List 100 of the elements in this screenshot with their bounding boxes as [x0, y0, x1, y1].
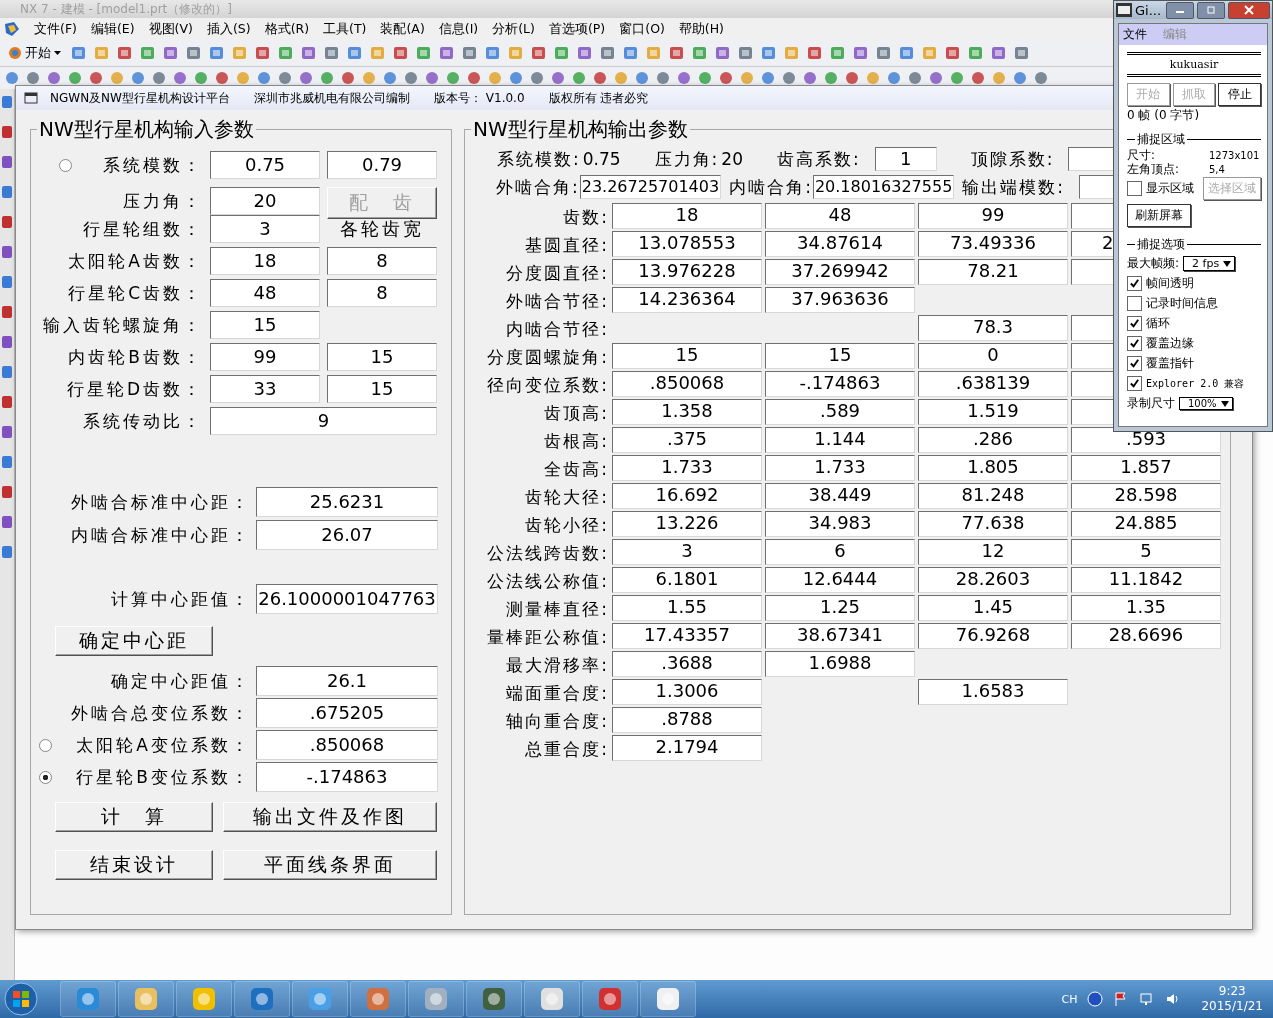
tool-icon[interactable]: [1012, 70, 1028, 86]
action-button[interactable]: 平面线条界面: [223, 850, 437, 880]
tool-icon[interactable]: [67, 70, 83, 86]
clock-time[interactable]: 9:23: [1218, 984, 1246, 999]
tool-icon[interactable]: [530, 44, 548, 62]
taskbar-app-icon[interactable]: [466, 981, 522, 1017]
input-field[interactable]: 9: [210, 407, 437, 435]
tool-icon[interactable]: [1, 275, 13, 289]
tool-icon[interactable]: [214, 70, 230, 86]
tool-icon[interactable]: [172, 70, 188, 86]
taskbar-app-icon[interactable]: [292, 981, 348, 1017]
tool-icon[interactable]: [806, 44, 824, 62]
radio-button[interactable]: [59, 158, 72, 172]
tool-icon[interactable]: [193, 70, 209, 86]
tool-icon[interactable]: [46, 70, 62, 86]
tool-icon[interactable]: [151, 70, 167, 86]
tool-icon[interactable]: [949, 70, 965, 86]
input-field[interactable]: 18: [210, 247, 320, 275]
menu-item[interactable]: 首选项(P): [548, 20, 606, 38]
menu-item[interactable]: 视图(V): [148, 20, 193, 38]
tool-icon[interactable]: [1033, 70, 1049, 86]
tool-icon[interactable]: [1, 215, 13, 229]
record-size-dropdown[interactable]: 100%: [1179, 397, 1233, 410]
tool-icon[interactable]: [235, 70, 251, 86]
tool-icon[interactable]: [1, 515, 13, 529]
tool-icon[interactable]: [403, 70, 419, 86]
menu-item[interactable]: 分析(L): [492, 20, 535, 38]
tool-icon[interactable]: [415, 44, 433, 62]
tool-icon[interactable]: [346, 44, 364, 62]
tool-icon[interactable]: [298, 70, 314, 86]
taskbar-app-icon[interactable]: [408, 981, 464, 1017]
tool-icon[interactable]: [116, 44, 134, 62]
menu-item[interactable]: 帮助(H): [678, 20, 724, 38]
input-field[interactable]: 20: [210, 187, 320, 215]
input-field[interactable]: 15: [327, 375, 437, 403]
tool-icon[interactable]: [739, 70, 755, 86]
checkbox[interactable]: [1127, 181, 1142, 196]
input-field[interactable]: 48: [210, 279, 320, 307]
tool-icon[interactable]: [1, 365, 13, 379]
tool-icon[interactable]: [875, 44, 893, 62]
input-field[interactable]: 20.18016327555: [812, 175, 955, 199]
checkbox[interactable]: [1127, 336, 1142, 351]
tool-icon[interactable]: [208, 44, 226, 62]
tool-icon[interactable]: [392, 44, 410, 62]
action-button[interactable]: 结束设计: [55, 850, 213, 880]
tool-icon[interactable]: [592, 70, 608, 86]
menu-item[interactable]: 工具(T): [323, 20, 367, 38]
tool-icon[interactable]: [4, 70, 20, 86]
tool-icon[interactable]: [852, 44, 870, 62]
menu-item[interactable]: 信息(I): [438, 20, 479, 38]
checkbox[interactable]: [1127, 296, 1142, 311]
tool-icon[interactable]: [967, 44, 985, 62]
tool-icon[interactable]: [1, 185, 13, 199]
refresh-screen-button[interactable]: 刷新屏幕: [1127, 204, 1191, 227]
input-field[interactable]: 26.1000001047763: [256, 584, 438, 614]
start-button[interactable]: 开始: [4, 44, 65, 62]
input-field[interactable]: .850068: [256, 730, 438, 760]
taskbar-app-icon[interactable]: [234, 981, 290, 1017]
tool-icon[interactable]: [714, 44, 732, 62]
tool-icon[interactable]: [737, 44, 755, 62]
tool-icon[interactable]: [1, 245, 13, 259]
input-field[interactable]: 3: [210, 215, 320, 243]
input-field[interactable]: 15: [327, 343, 437, 371]
tool-icon[interactable]: [655, 70, 671, 86]
action-button[interactable]: 计 算: [55, 802, 213, 832]
language-indicator[interactable]: CH: [1061, 992, 1078, 1006]
input-field[interactable]: 99: [210, 343, 320, 371]
tool-icon[interactable]: [668, 44, 686, 62]
tool-icon[interactable]: [319, 70, 335, 86]
tool-icon[interactable]: [991, 70, 1007, 86]
tool-icon[interactable]: [438, 44, 456, 62]
input-field[interactable]: 15: [210, 311, 320, 339]
tool-icon[interactable]: [1, 335, 13, 349]
input-field[interactable]: 1: [874, 147, 937, 171]
start-icon[interactable]: [4, 982, 38, 1016]
tool-icon[interactable]: [323, 44, 341, 62]
menu-item[interactable]: 窗口(O): [619, 20, 665, 38]
tool-icon[interactable]: [907, 70, 923, 86]
tool-icon[interactable]: [576, 44, 594, 62]
tool-icon[interactable]: [1, 395, 13, 409]
tool-icon[interactable]: [130, 70, 146, 86]
tool-icon[interactable]: [990, 44, 1008, 62]
tool-icon[interactable]: [487, 70, 503, 86]
tool-icon[interactable]: [550, 70, 566, 86]
recorder-button[interactable]: 停止: [1218, 83, 1261, 106]
tool-icon[interactable]: [340, 70, 356, 86]
fps-dropdown[interactable]: 2 fps: [1183, 256, 1236, 271]
tool-icon[interactable]: [162, 44, 180, 62]
radio-button[interactable]: [39, 738, 52, 752]
tool-icon[interactable]: [599, 44, 617, 62]
taskbar-app-icon[interactable]: [176, 981, 232, 1017]
tool-icon[interactable]: [254, 44, 272, 62]
taskbar-app-icon[interactable]: [524, 981, 580, 1017]
tool-icon[interactable]: [25, 70, 41, 86]
tool-icon[interactable]: [553, 44, 571, 62]
tool-icon[interactable]: [70, 44, 88, 62]
tool-icon[interactable]: [445, 70, 461, 86]
tool-icon[interactable]: [928, 70, 944, 86]
clock-date[interactable]: 2015/1/21: [1201, 999, 1263, 1014]
maximize-button[interactable]: [1197, 1, 1225, 19]
